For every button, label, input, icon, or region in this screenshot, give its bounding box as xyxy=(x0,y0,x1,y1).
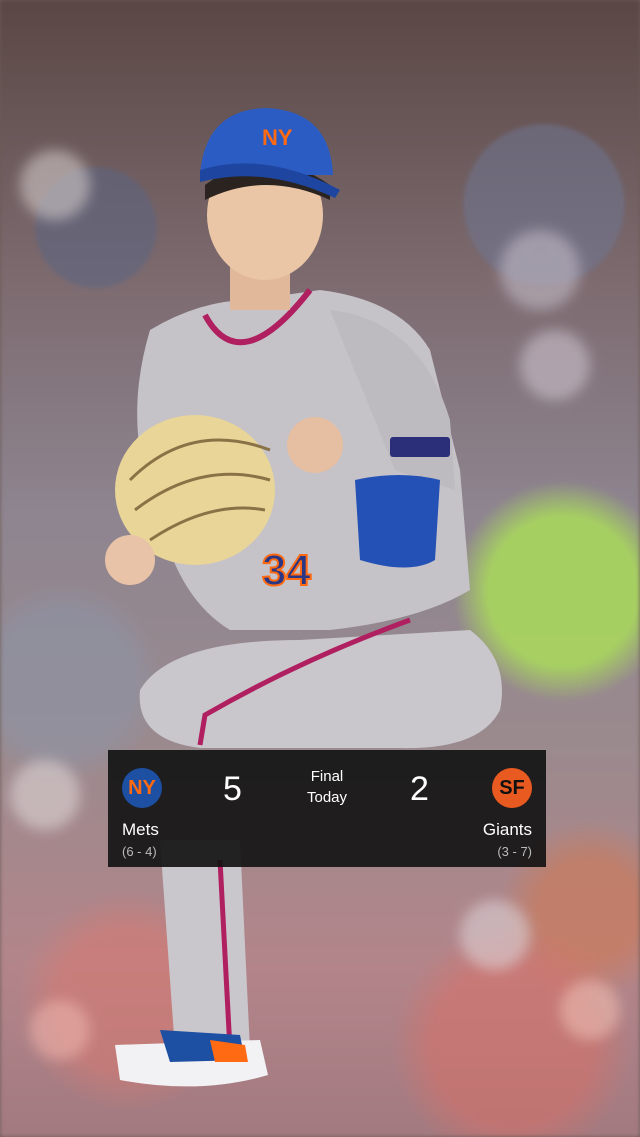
home-team-score: 5 xyxy=(223,770,242,808)
game-status: Final xyxy=(310,768,344,785)
home-team-record: (6 - 4) xyxy=(122,844,157,859)
away-team-score: 2 xyxy=(410,770,429,808)
game-day: Today xyxy=(306,789,348,806)
giants-logo-icon: SF xyxy=(492,768,532,808)
away-team-name: Giants xyxy=(482,820,532,839)
home-team-name: Mets xyxy=(122,820,159,839)
final-score-card[interactable]: NY Mets (6 - 4) 5 Final Today 2 SF Giant… xyxy=(108,750,546,867)
jersey-number: 34 xyxy=(262,546,311,595)
away-team-record: (3 - 7) xyxy=(497,844,532,859)
mets-logo-icon: NY xyxy=(122,768,162,808)
cap-logo: NY xyxy=(262,125,293,150)
pitcher-photo: 34 NY xyxy=(105,108,502,1087)
